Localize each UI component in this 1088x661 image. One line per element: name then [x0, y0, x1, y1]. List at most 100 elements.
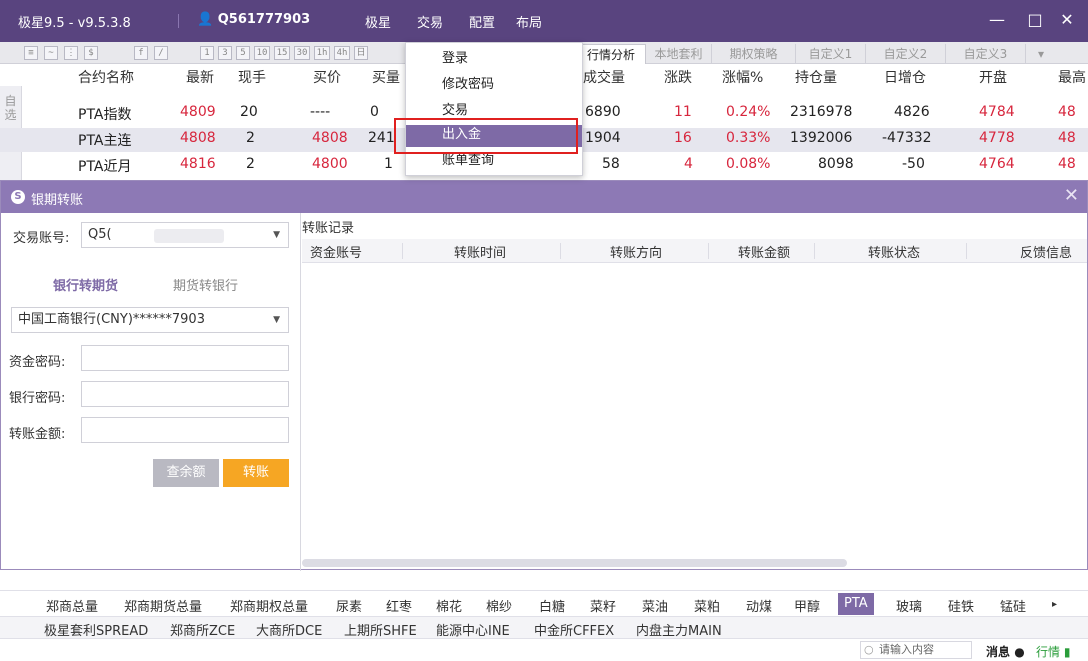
tabs-next-arrow[interactable]: ▸ — [1052, 599, 1057, 610]
partially-hidden-row — [0, 570, 1088, 590]
col-feedback[interactable]: 反馈信息 — [1020, 242, 1072, 261]
tab-glass[interactable]: 玻璃 — [896, 596, 922, 615]
period-15[interactable]: 15 — [274, 46, 290, 60]
tab-option-strategy[interactable]: 期权策略 — [712, 44, 796, 64]
minimize-button[interactable]: — — [984, 8, 1010, 32]
tab-thermal-coal[interactable]: 动煤 — [746, 596, 772, 615]
draw-icon[interactable]: / — [154, 46, 168, 60]
tab-methanol[interactable]: 甲醇 — [794, 596, 820, 615]
cell-inc: -50 — [902, 156, 925, 172]
cell-vol: 20 — [240, 104, 258, 120]
menu-layout[interactable]: 布局 — [516, 12, 542, 31]
tab-shfe[interactable]: 上期所SHFE — [344, 620, 417, 639]
col-fund-account[interactable]: 资金账号 — [310, 242, 362, 261]
bank-password-input[interactable] — [81, 381, 289, 407]
tab-urea[interactable]: 尿素 — [336, 596, 362, 615]
dollar-icon[interactable]: $ — [84, 46, 98, 60]
search-input[interactable]: 请输入内容 — [860, 641, 972, 659]
tab-custom2[interactable]: 自定义2 — [866, 44, 946, 64]
period-30[interactable]: 30 — [294, 46, 310, 60]
chevron-down-icon: ▼ — [273, 230, 280, 240]
tab-zce-total[interactable]: 郑商总量 — [46, 596, 98, 615]
amount-input[interactable] — [81, 417, 289, 443]
fund-password-input[interactable] — [81, 345, 289, 371]
cell-last: 4809 — [180, 104, 216, 120]
menu-item-login[interactable]: 登录 — [406, 49, 582, 71]
cell-oi: 1392006 — [790, 130, 853, 146]
tab-zce-options-total[interactable]: 郑商期权总量 — [230, 596, 308, 615]
tab-spread[interactable]: 极星套利SPREAD — [44, 620, 148, 639]
tab-rapeseed-meal[interactable]: 菜粕 — [694, 596, 720, 615]
records-title: 转账记录 — [302, 221, 355, 236]
col-transfer-time[interactable]: 转账时间 — [454, 242, 506, 261]
period-4h[interactable]: 4h — [334, 46, 350, 60]
menu-item-bill-query[interactable]: 账单查询 — [406, 151, 582, 173]
col-name[interactable]: 合约名称 — [78, 67, 134, 87]
cell-bid: 4800 — [312, 156, 348, 172]
tab-zce[interactable]: 郑商所ZCE — [170, 620, 235, 639]
tab-ferrosilicon[interactable]: 硅铁 — [948, 596, 974, 615]
period-1h[interactable]: 1h — [314, 46, 330, 60]
menu-item-change-password[interactable]: 修改密码 — [406, 75, 582, 97]
bank-select[interactable]: 中国工商银行(CNY)******7903 ▼ — [11, 307, 289, 333]
tab-jujube[interactable]: 红枣 — [386, 596, 412, 615]
col-bid[interactable]: 买价 — [313, 67, 341, 87]
col-bidqty[interactable]: 买量 — [372, 67, 400, 87]
message-button[interactable]: 消息 ● — [986, 643, 1025, 660]
tab-more[interactable]: ▾ — [1026, 44, 1056, 64]
tab-futures-to-bank[interactable]: 期货转银行 — [173, 275, 238, 294]
cell-vol: 2 — [246, 130, 255, 146]
col-open[interactable]: 开盘 — [979, 67, 1007, 87]
col-chg[interactable]: 涨跌 — [664, 67, 692, 87]
tab-cotton[interactable]: 棉花 — [436, 596, 462, 615]
period-day[interactable]: 日 — [354, 46, 368, 60]
menu-jixing[interactable]: 极星 — [365, 12, 391, 31]
account-label[interactable]: 👤 Q561777903 — [197, 12, 310, 27]
tab-main[interactable]: 内盘主力MAIN — [636, 620, 722, 639]
chart-split-icon[interactable]: ⋮ — [64, 46, 78, 60]
col-transfer-direction[interactable]: 转账方向 — [610, 242, 662, 261]
tab-bank-to-futures[interactable]: 银行转期货 — [53, 275, 118, 294]
tab-ine[interactable]: 能源中心INE — [436, 620, 510, 639]
col-oi[interactable]: 持仓量 — [795, 67, 837, 87]
transfer-button[interactable]: 转账 — [223, 459, 289, 487]
query-balance-button[interactable]: 查余额 — [153, 459, 219, 487]
tab-cotton-yarn[interactable]: 棉纱 — [486, 596, 512, 615]
tab-cffex[interactable]: 中金所CFFEX — [534, 620, 614, 639]
tab-market-analysis[interactable]: 行情分析 — [576, 44, 646, 64]
tab-sugar[interactable]: 白糖 — [539, 596, 565, 615]
tab-dce[interactable]: 大商所DCE — [256, 620, 322, 639]
period-10[interactable]: 10 — [254, 46, 270, 60]
tab-custom1[interactable]: 自定义1 — [796, 44, 866, 64]
col-pct[interactable]: 涨幅% — [722, 67, 763, 87]
period-5[interactable]: 5 — [236, 46, 250, 60]
tab-custom3[interactable]: 自定义3 — [946, 44, 1026, 64]
tab-rapeseed-oil[interactable]: 菜油 — [642, 596, 668, 615]
close-icon[interactable]: ✕ — [1064, 185, 1079, 206]
cell-bidqty: 1 — [384, 156, 393, 172]
tab-silicomanganese[interactable]: 锰硅 — [1000, 596, 1026, 615]
tab-rapeseed[interactable]: 菜籽 — [590, 596, 616, 615]
list-icon[interactable]: ≡ — [24, 46, 38, 60]
maximize-button[interactable]: □ — [1022, 8, 1048, 32]
formula-icon[interactable]: f — [134, 46, 148, 60]
close-button[interactable]: ✕ — [1054, 8, 1080, 32]
col-transfer-amount[interactable]: 转账金额 — [738, 242, 790, 261]
period-1[interactable]: 1 — [200, 46, 214, 60]
account-select[interactable]: Q5( ▼ — [81, 222, 289, 248]
horizontal-scrollbar[interactable] — [302, 559, 847, 567]
tab-zce-futures-total[interactable]: 郑商期货总量 — [124, 596, 202, 615]
menu-trade[interactable]: 交易 — [417, 12, 443, 31]
period-3[interactable]: 3 — [218, 46, 232, 60]
chart-icon[interactable]: ~ — [44, 46, 58, 60]
tab-local-arb[interactable]: 本地套利 — [646, 44, 712, 64]
col-last[interactable]: 最新 — [186, 67, 214, 87]
col-volume[interactable]: 成交量 — [583, 67, 625, 87]
col-high[interactable]: 最高 — [1058, 67, 1086, 87]
col-transfer-status[interactable]: 转账状态 — [868, 242, 920, 261]
menu-config[interactable]: 配置 — [469, 12, 495, 31]
col-vol[interactable]: 现手 — [238, 67, 266, 87]
quote-status[interactable]: 行情 ▮ — [1036, 643, 1070, 660]
tab-pta[interactable]: PTA — [838, 593, 874, 615]
col-inc[interactable]: 日增仓 — [884, 67, 926, 87]
